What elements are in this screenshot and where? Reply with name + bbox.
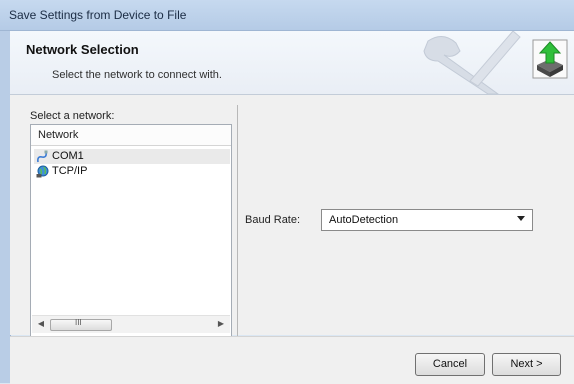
network-column-header[interactable]: Network xyxy=(31,125,231,146)
dialog-window: Save Settings from Device to File Networ… xyxy=(0,0,574,384)
network-column-header-label: Network xyxy=(38,129,79,141)
globe-network-icon xyxy=(36,165,49,178)
horizontal-scrollbar[interactable]: ◀ III ▶ xyxy=(32,315,230,333)
download-box-icon xyxy=(532,39,568,79)
wizard-header: Network Selection Select the network to … xyxy=(10,31,574,95)
baud-rate-label: Baud Rate: xyxy=(245,214,301,226)
network-item-label: TCP/IP xyxy=(52,165,88,177)
network-item-label: COM1 xyxy=(52,150,84,162)
baud-rate-value: AutoDetection xyxy=(329,214,399,226)
serial-cable-icon xyxy=(37,150,48,163)
cancel-button[interactable]: Cancel xyxy=(415,353,485,376)
scroll-thumb[interactable]: III xyxy=(50,318,112,331)
page-subtitle: Select the network to connect with. xyxy=(52,69,222,81)
scroll-thumb-grip: III xyxy=(75,318,82,327)
network-listbox[interactable]: Network COM1 TCP/IP ◀ III ▶ xyxy=(30,124,232,337)
panel-divider xyxy=(237,105,238,337)
network-list-label: Select a network: xyxy=(30,110,115,122)
scroll-left-arrow-icon[interactable]: ◀ xyxy=(36,319,46,329)
scroll-right-arrow-icon[interactable]: ▶ xyxy=(216,319,226,329)
network-item-tcpip[interactable]: TCP/IP xyxy=(34,164,230,179)
baud-rate-dropdown[interactable]: AutoDetection xyxy=(321,209,533,231)
dialog-footer xyxy=(10,336,574,384)
page-title: Network Selection xyxy=(26,42,139,57)
title-bar[interactable]: Save Settings from Device to File xyxy=(0,0,574,31)
window-title: Save Settings from Device to File xyxy=(9,8,187,22)
next-button[interactable]: Next > xyxy=(492,353,561,376)
wrench-screwdriver-watermark-icon xyxy=(423,31,521,94)
chevron-down-icon xyxy=(517,216,525,221)
network-item-com1[interactable]: COM1 xyxy=(34,149,230,164)
